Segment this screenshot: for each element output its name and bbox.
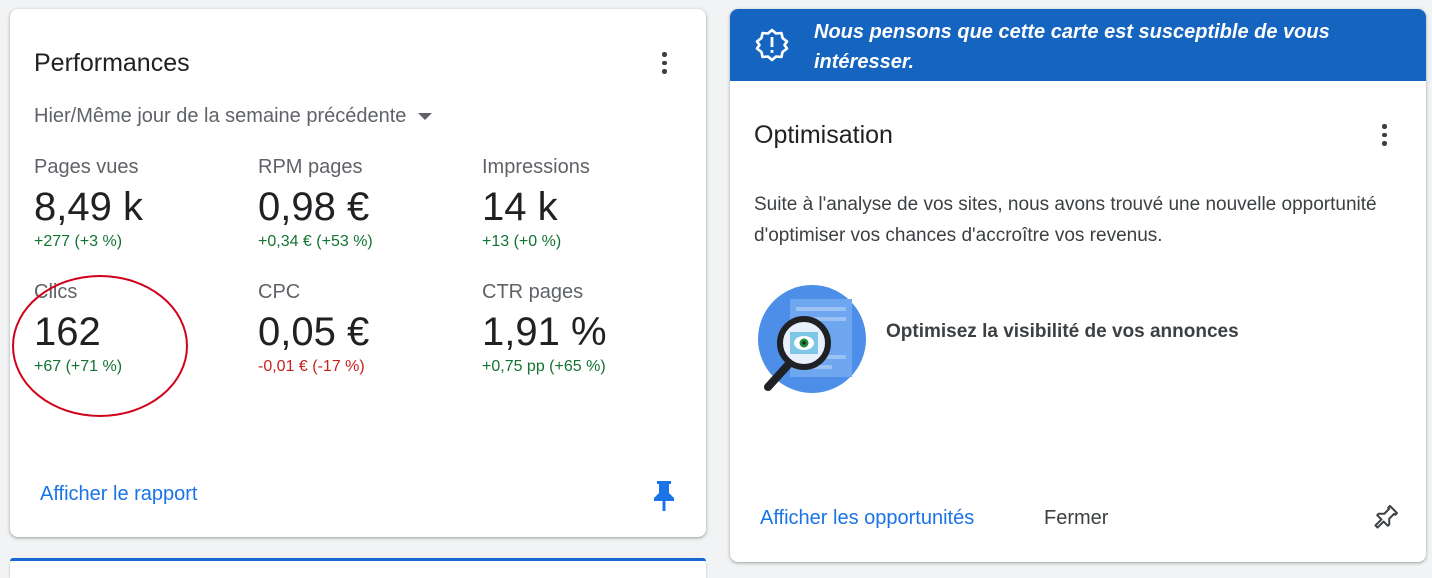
- metric-value: 0,98 €: [258, 185, 370, 229]
- next-card-edge: [10, 558, 706, 578]
- metric-value: 0,05 €: [258, 310, 370, 354]
- metric-delta: +277 (+3 %): [34, 233, 123, 250]
- metric-label: Impressions: [482, 156, 590, 178]
- metric-page-rpm: RPM pages 0,98 € +0,34 € (+53 %): [258, 156, 478, 251]
- metric-delta: -0,01 € (-17 %): [258, 358, 365, 375]
- comparison-dropdown[interactable]: Hier/Même jour de la semaine précédente: [34, 105, 433, 128]
- metric-delta: +67 (+71 %): [34, 358, 123, 375]
- metric-value: 8,49 k: [34, 185, 143, 229]
- more-options-icon[interactable]: [652, 51, 676, 75]
- comparison-dropdown-label: Hier/Même jour de la semaine précédente: [34, 105, 407, 127]
- metric-page-views: Pages vues 8,49 k +277 (+3 %): [34, 156, 254, 251]
- metric-impressions: Impressions 14 k +13 (+0 %): [482, 156, 702, 251]
- recommendation-banner: Nous pensons que cette carte est suscept…: [730, 9, 1426, 81]
- card-title: Optimisation: [754, 121, 893, 149]
- caret-down-icon: [418, 113, 433, 120]
- metric-label: Pages vues: [34, 156, 139, 178]
- more-options-icon[interactable]: [1372, 123, 1396, 147]
- alert-badge-icon: [755, 28, 789, 62]
- pin-outline-icon[interactable]: [1370, 503, 1400, 533]
- pin-filled-icon[interactable]: [650, 479, 678, 513]
- card-title: Performances: [34, 49, 190, 77]
- metric-label: CPC: [258, 281, 301, 303]
- close-button[interactable]: Fermer: [1044, 507, 1108, 530]
- metric-clicks: Clics 162 +67 (+71 %): [34, 281, 254, 376]
- metric-value: 162: [34, 310, 101, 354]
- metric-delta: +0,75 pp (+65 %): [482, 358, 606, 375]
- banner-text: Nous pensons que cette carte est suscept…: [814, 21, 1330, 73]
- magnifier-ad-visibility-icon: [758, 285, 866, 393]
- metric-value: 14 k: [482, 185, 558, 229]
- opportunity-title: Optimisez la visibilité de vos annonces: [886, 321, 1239, 342]
- optimization-description: Suite à l'analyse de vos sites, nous avo…: [754, 194, 1377, 246]
- metric-delta: +0,34 € (+53 %): [258, 233, 373, 250]
- view-opportunities-link[interactable]: Afficher les opportunités: [760, 507, 974, 530]
- optimization-card: Nous pensons que cette carte est suscept…: [730, 9, 1426, 562]
- metric-cpc: CPC 0,05 € -0,01 € (-17 %): [258, 281, 478, 376]
- metric-label: Clics: [34, 281, 78, 303]
- metric-label: RPM pages: [258, 156, 363, 178]
- view-report-link[interactable]: Afficher le rapport: [40, 483, 198, 506]
- metric-delta: +13 (+0 %): [482, 233, 562, 250]
- performance-card: Performances Hier/Même jour de la semain…: [10, 9, 706, 537]
- metric-value: 1,91 %: [482, 310, 607, 354]
- metric-page-ctr: CTR pages 1,91 % +0,75 pp (+65 %): [482, 281, 702, 376]
- metric-label: CTR pages: [482, 281, 584, 303]
